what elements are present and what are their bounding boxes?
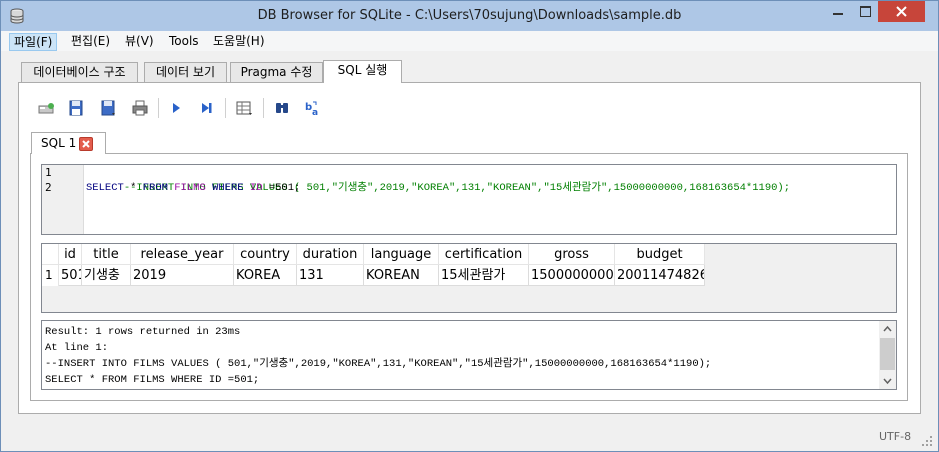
- table-cell[interactable]: 기생충: [82, 265, 131, 286]
- message-line: Result: 1 rows returned in 23ms: [45, 326, 241, 338]
- encoding-label: UTF-8: [879, 430, 912, 443]
- execute-all-button[interactable]: [166, 98, 186, 118]
- open-sql-icon: [69, 100, 83, 116]
- table-cell[interactable]: 2019: [131, 265, 234, 286]
- menu-help[interactable]: 도움말(H): [209, 33, 269, 51]
- find-replace-button[interactable]: b a: [303, 98, 323, 118]
- save-sql-icon: [101, 100, 115, 116]
- sql-identifier: FILMS: [174, 182, 206, 194]
- table-cell[interactable]: 15세관람가: [439, 265, 529, 286]
- column-header-id[interactable]: id: [59, 244, 82, 265]
- scroll-thumb[interactable]: [880, 338, 895, 370]
- message-log[interactable]: Result: 1 rows returned in 23ms At line …: [41, 320, 897, 390]
- print-icon: [132, 100, 148, 116]
- column-header-title[interactable]: title: [82, 244, 131, 265]
- status-bar: UTF-8: [1, 425, 938, 451]
- sql-text: *: [123, 182, 143, 194]
- grid-corner[interactable]: [42, 244, 59, 265]
- chevron-down-icon: [883, 378, 892, 385]
- execute-line-icon: [202, 103, 212, 113]
- column-header-release-year[interactable]: release_year: [131, 244, 234, 265]
- column-header-budget[interactable]: budget: [615, 244, 705, 265]
- line-number-gutter: 1 2: [42, 165, 84, 234]
- scroll-up-button[interactable]: [879, 321, 896, 338]
- menu-edit[interactable]: 편집(E): [67, 33, 114, 51]
- sql-identifier: ID: [249, 182, 263, 194]
- sql-editor[interactable]: 1 2 --INSERT INTO FILMS VALUES ( 501,"기생…: [41, 164, 897, 235]
- find-icon: [276, 103, 288, 113]
- column-header-duration[interactable]: duration: [297, 244, 364, 265]
- window-title: DB Browser for SQLite - C:\Users\70sujun…: [257, 8, 682, 23]
- tab-edit-pragmas[interactable]: Pragma 수정: [230, 62, 323, 82]
- menu-file[interactable]: 파일(F): [9, 33, 58, 51]
- sql-keyword: WHERE: [212, 182, 244, 194]
- toolbar-separator: [263, 98, 264, 118]
- menu-bar: 파일(F) 편집(E) 뷰(V) Tools 도움말(H): [1, 31, 938, 51]
- open-tab-icon: [38, 103, 54, 114]
- execute-all-icon: [173, 103, 180, 113]
- table-cell[interactable]: 131: [297, 265, 364, 286]
- line-number: 1: [45, 166, 52, 179]
- app-window: DB Browser for SQLite - C:\Users\70sujun…: [0, 0, 939, 452]
- message-line: SELECT * FROM FILMS WHERE ID =501;: [45, 374, 260, 386]
- save-sql-button[interactable]: [98, 98, 118, 118]
- message-line: --INSERT INTO FILMS VALUES ( 501,"기생충",2…: [45, 358, 712, 370]
- minimize-button[interactable]: [824, 1, 852, 22]
- find-replace-icon: b a: [305, 101, 318, 118]
- table-cell[interactable]: 200114748260: [615, 265, 705, 286]
- svg-text:a: a: [312, 108, 318, 118]
- table-cell[interactable]: KOREA: [234, 265, 297, 286]
- find-button[interactable]: [272, 98, 292, 118]
- chevron-up-icon: [883, 325, 892, 332]
- save-results-icon: [236, 101, 252, 115]
- menu-tools[interactable]: Tools: [165, 33, 203, 51]
- vertical-scrollbar[interactable]: [879, 321, 896, 389]
- tab-database-structure[interactable]: 데이터베이스 구조: [21, 62, 138, 82]
- row-header[interactable]: 1: [42, 265, 59, 286]
- toolbar-separator: [225, 98, 226, 118]
- print-button[interactable]: [130, 98, 150, 118]
- maximize-button[interactable]: [852, 1, 878, 22]
- sql-keyword: SELECT: [86, 182, 124, 194]
- close-icon: [82, 140, 90, 148]
- resize-grip-icon[interactable]: [921, 435, 933, 447]
- title-bar[interactable]: DB Browser for SQLite - C:\Users\70sujun…: [1, 1, 938, 31]
- close-button[interactable]: [878, 1, 925, 22]
- sql-text: =501;: [262, 182, 301, 194]
- column-header-country[interactable]: country: [234, 244, 297, 265]
- column-header-gross[interactable]: gross: [529, 244, 615, 265]
- table-cell[interactable]: KOREAN: [364, 265, 439, 286]
- open-sql-button[interactable]: [66, 98, 86, 118]
- close-icon: [896, 6, 907, 17]
- sql-keyword: FROM: [142, 182, 168, 194]
- code-line-1[interactable]: --INSERT INTO FILMS VALUES ( 501,"기생충",2…: [86, 166, 790, 194]
- tab-execute-sql[interactable]: SQL 실행: [323, 60, 402, 83]
- results-grid[interactable]: id title release_year country duration l…: [41, 243, 897, 313]
- code-line-2[interactable]: SELECT * FROM FILMS WHERE ID =501;: [86, 181, 300, 196]
- menu-view[interactable]: 뷰(V): [121, 33, 158, 51]
- line-number: 2: [45, 181, 52, 194]
- sql-tab-label: SQL 1: [41, 136, 77, 150]
- open-tab-button[interactable]: [36, 98, 56, 118]
- message-line: At line 1:: [45, 342, 109, 354]
- save-results-button[interactable]: [234, 98, 254, 118]
- table-cell[interactable]: 15000000000: [529, 265, 615, 286]
- scroll-down-button[interactable]: [879, 372, 896, 389]
- execute-line-button[interactable]: [197, 98, 217, 118]
- toolbar-separator: [158, 98, 159, 118]
- column-header-certification[interactable]: certification: [439, 244, 529, 265]
- tab-sql-1[interactable]: SQL 1: [31, 132, 106, 154]
- column-header-language[interactable]: language: [364, 244, 439, 265]
- table-cell[interactable]: 501: [59, 265, 82, 286]
- close-tab-button[interactable]: [79, 137, 93, 151]
- tab-browse-data[interactable]: 데이터 보기: [144, 62, 227, 82]
